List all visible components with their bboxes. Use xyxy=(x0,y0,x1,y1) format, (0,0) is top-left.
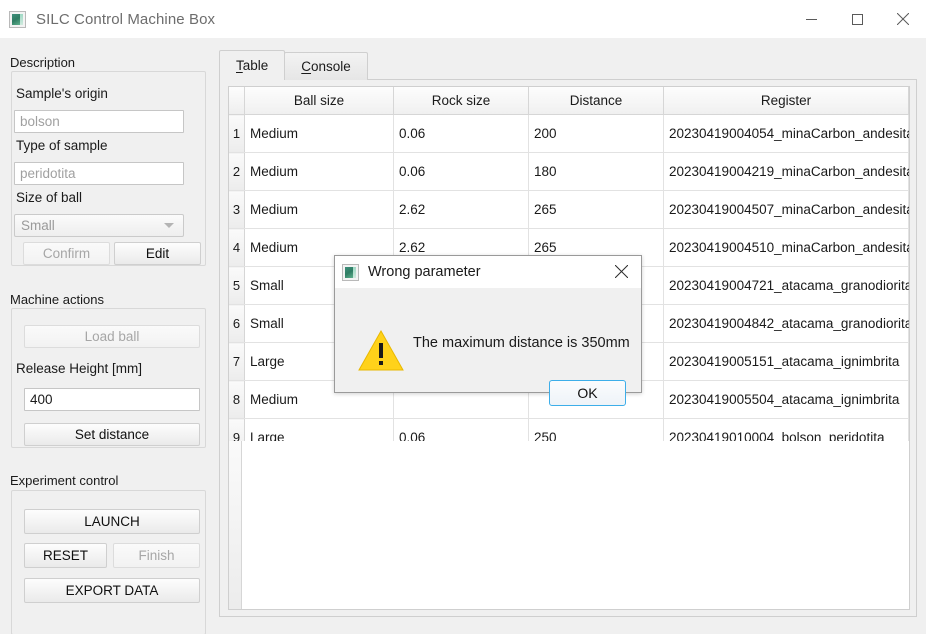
sample-type-label: Type of sample xyxy=(16,138,108,153)
reset-button[interactable]: RESET xyxy=(24,543,107,568)
cell-rock-size[interactable]: 2.62 xyxy=(393,190,529,229)
cell-register[interactable]: 20230419004507_minaCarbon_andesita xyxy=(663,190,909,229)
cell-register[interactable]: 20230419005151_atacama_ignimbrita xyxy=(663,342,909,381)
dialog-body: The maximum distance is 350mm OK xyxy=(335,288,641,406)
finish-button[interactable]: Finish xyxy=(113,543,200,568)
row-number[interactable]: 3 xyxy=(229,190,245,229)
tab-bar: Table Console xyxy=(219,50,368,80)
table-empty-area xyxy=(229,441,909,609)
tab-console-mnemonic: C xyxy=(301,59,312,74)
column-header-distance[interactable]: Distance xyxy=(528,87,664,115)
table-row[interactable]: 3 Medium 2.62 265 20230419004507_minaCarbon_… xyxy=(229,190,909,229)
tab-table[interactable]: Table xyxy=(219,50,286,80)
cell-ball-size[interactable]: Medium xyxy=(244,152,394,191)
table-row[interactable]: 1 Medium 0.06 200 20230419004054_minaCarbon_… xyxy=(229,114,909,153)
set-distance-button[interactable]: Set distance xyxy=(24,423,200,446)
dialog-message: The maximum distance is 350mm xyxy=(413,335,630,351)
cell-rock-size[interactable]: 0.06 xyxy=(393,152,529,191)
row-number[interactable]: 5 xyxy=(229,266,245,305)
dialog-ok-button[interactable]: OK xyxy=(549,380,626,406)
table-corner-header xyxy=(229,87,245,115)
cell-ball-size[interactable]: Medium xyxy=(244,190,394,229)
sample-type-input[interactable] xyxy=(14,162,184,185)
cell-register[interactable]: 20230419004054_minaCarbon_andesita xyxy=(663,114,909,153)
cell-distance[interactable]: 200 xyxy=(528,114,664,153)
wrong-parameter-dialog: Wrong parameter The maximum distance is … xyxy=(334,255,642,406)
dialog-app-icon xyxy=(342,263,359,281)
table-header-row: Ball size Rock size Distance Register xyxy=(229,87,909,115)
warning-triangle-icon xyxy=(358,330,404,371)
sample-origin-label: Sample's origin xyxy=(16,86,108,101)
application-window: SILC Control Machine Box Description Sam… xyxy=(0,0,926,634)
row-number[interactable]: 6 xyxy=(229,304,245,343)
tab-table-label: able xyxy=(242,58,269,73)
maximize-icon[interactable] xyxy=(834,0,880,38)
launch-button[interactable]: LAUNCH xyxy=(24,509,200,534)
ball-size-label: Size of ball xyxy=(16,190,83,205)
dialog-title-bar: Wrong parameter xyxy=(335,256,641,288)
tab-console-label: onsole xyxy=(311,59,351,74)
cell-ball-size[interactable]: Medium xyxy=(244,114,394,153)
column-header-register[interactable]: Register xyxy=(663,87,909,115)
row-number[interactable]: 7 xyxy=(229,342,245,381)
cell-register[interactable]: 20230419004721_atacama_granodiorita xyxy=(663,266,909,305)
experiment-control-group-title: Experiment control xyxy=(10,473,119,488)
cell-register[interactable]: 20230419005504_atacama_ignimbrita xyxy=(663,380,909,419)
minimize-icon[interactable] xyxy=(788,0,834,38)
cell-register[interactable]: 20230419004219_minaCarbon_andesita xyxy=(663,152,909,191)
window-controls xyxy=(788,0,926,38)
edit-button[interactable]: Edit xyxy=(114,242,201,265)
description-group-title: Description xyxy=(10,55,76,70)
dialog-title: Wrong parameter xyxy=(368,264,481,280)
column-header-rock-size[interactable]: Rock size xyxy=(393,87,529,115)
sample-origin-input[interactable] xyxy=(14,110,184,133)
row-number[interactable]: 2 xyxy=(229,152,245,191)
cell-distance[interactable]: 180 xyxy=(528,152,664,191)
cell-register[interactable]: 20230419004510_minaCarbon_andesita xyxy=(663,228,909,267)
release-height-label: Release Height [mm] xyxy=(16,361,143,376)
table-empty-gutter xyxy=(229,441,242,609)
tab-table-mnemonic: T xyxy=(236,58,243,73)
title-bar: SILC Control Machine Box xyxy=(0,0,926,38)
window-title: SILC Control Machine Box xyxy=(36,10,216,28)
load-ball-button[interactable]: Load ball xyxy=(24,325,200,348)
column-header-ball-size[interactable]: Ball size xyxy=(244,87,394,115)
ball-size-select[interactable]: Small xyxy=(14,214,184,237)
cell-rock-size[interactable]: 0.06 xyxy=(393,114,529,153)
dialog-close-icon[interactable] xyxy=(601,256,641,287)
close-icon[interactable] xyxy=(880,0,926,38)
row-number[interactable]: 1 xyxy=(229,114,245,153)
row-number[interactable]: 8 xyxy=(229,380,245,419)
ball-size-value: Small xyxy=(21,218,55,233)
tab-console[interactable]: Console xyxy=(284,52,368,80)
release-height-input[interactable] xyxy=(24,388,200,411)
app-icon xyxy=(9,10,26,28)
sidebar: Description Sample's origin Type of samp… xyxy=(0,38,216,634)
table-row[interactable]: 2 Medium 0.06 180 20230419004219_minaCarbon_… xyxy=(229,152,909,191)
cell-register[interactable]: 20230419004842_atacama_granodiorita xyxy=(663,304,909,343)
chevron-down-icon xyxy=(164,223,174,228)
confirm-button[interactable]: Confirm xyxy=(23,242,110,265)
cell-distance[interactable]: 265 xyxy=(528,190,664,229)
row-number[interactable]: 4 xyxy=(229,228,245,267)
machine-actions-group-title: Machine actions xyxy=(10,292,104,307)
export-data-button[interactable]: EXPORT DATA xyxy=(24,578,200,603)
